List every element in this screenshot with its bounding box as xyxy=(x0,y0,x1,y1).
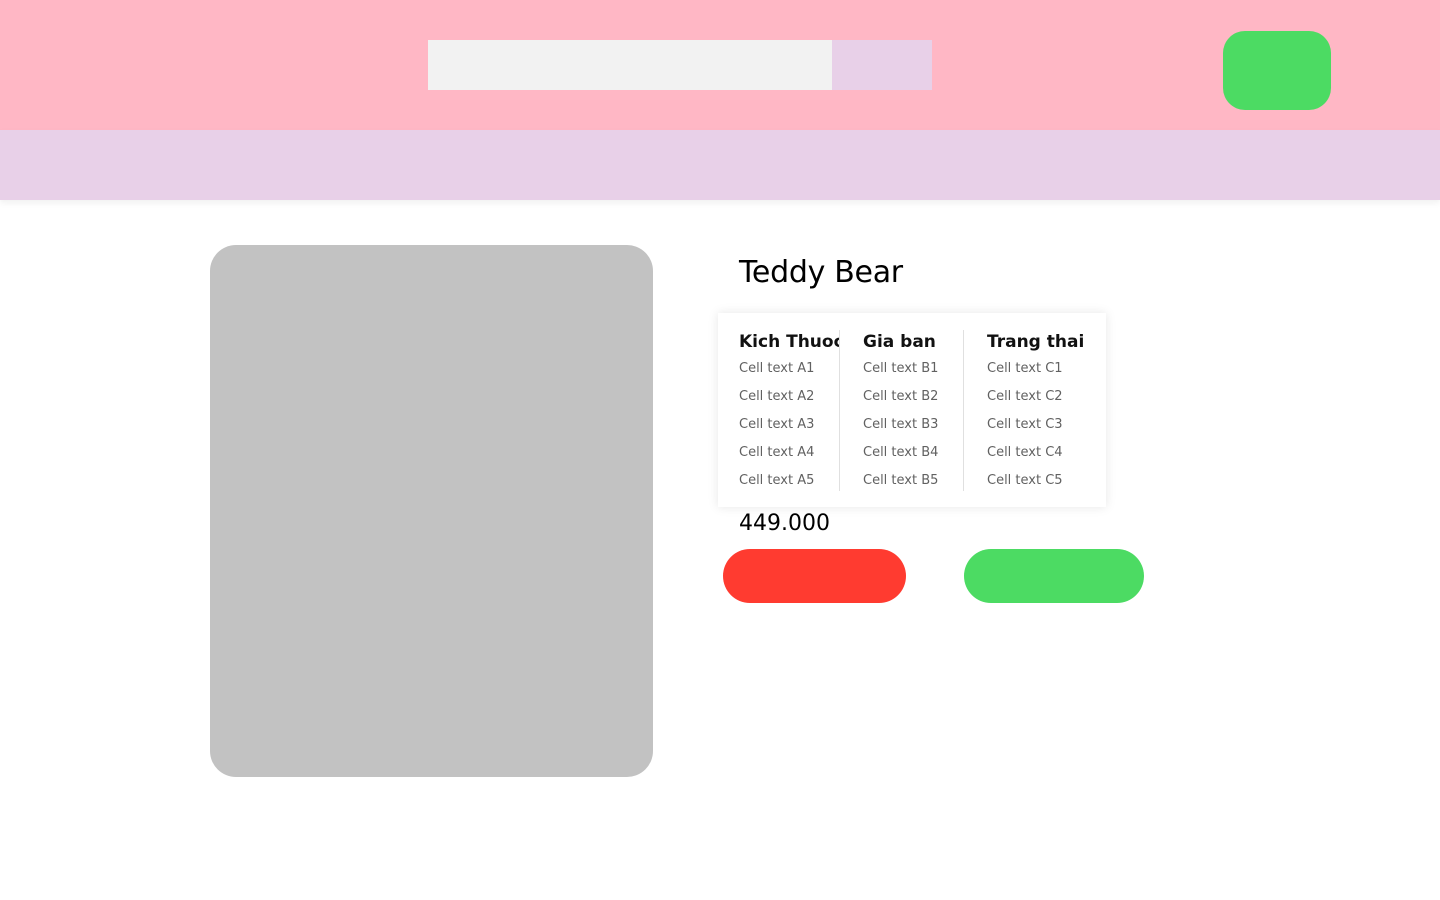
table-cell: Cell text C4 xyxy=(987,445,1063,460)
nav-bar xyxy=(0,130,1440,200)
table-header: Trang thai xyxy=(987,332,1085,352)
table-column-size: Kich Thuoc Cell text A1 Cell text A2 Cel… xyxy=(739,330,840,491)
product-image xyxy=(210,245,653,777)
product-variants-table: Kich Thuoc Cell text A1 Cell text A2 Cel… xyxy=(718,313,1106,507)
search-input[interactable] xyxy=(428,40,832,90)
product-price: 449.000 xyxy=(739,511,830,536)
search-button[interactable] xyxy=(832,40,932,90)
table-cell: Cell text C3 xyxy=(987,417,1063,432)
account-button[interactable] xyxy=(1223,31,1331,110)
buy-now-button[interactable] xyxy=(723,549,906,603)
table-cell: Cell text B4 xyxy=(863,445,939,460)
table-column-price: Gia ban Cell text B1 Cell text B2 Cell t… xyxy=(863,330,964,491)
add-to-cart-button[interactable] xyxy=(964,549,1144,603)
table-cell: Cell text A5 xyxy=(739,473,815,488)
table-cell: Cell text C1 xyxy=(987,361,1063,376)
table-cell: Cell text B2 xyxy=(863,389,939,404)
table-cell: Cell text A3 xyxy=(739,417,815,432)
product-title: Teddy Bear xyxy=(739,255,903,290)
table-header: Kich Thuoc xyxy=(739,332,839,352)
table-cell: Cell text B5 xyxy=(863,473,939,488)
table-cell: Cell text C5 xyxy=(987,473,1063,488)
table-header: Gia ban xyxy=(863,332,936,352)
header-bar xyxy=(0,0,1440,130)
table-cell: Cell text A4 xyxy=(739,445,815,460)
table-cell: Cell text B1 xyxy=(863,361,939,376)
table-column-status: Trang thai Cell text C1 Cell text C2 Cel… xyxy=(987,330,1097,491)
table-cell: Cell text A1 xyxy=(739,361,815,376)
table-cell: Cell text C2 xyxy=(987,389,1063,404)
table-cell: Cell text A2 xyxy=(739,389,815,404)
table-cell: Cell text B3 xyxy=(863,417,939,432)
